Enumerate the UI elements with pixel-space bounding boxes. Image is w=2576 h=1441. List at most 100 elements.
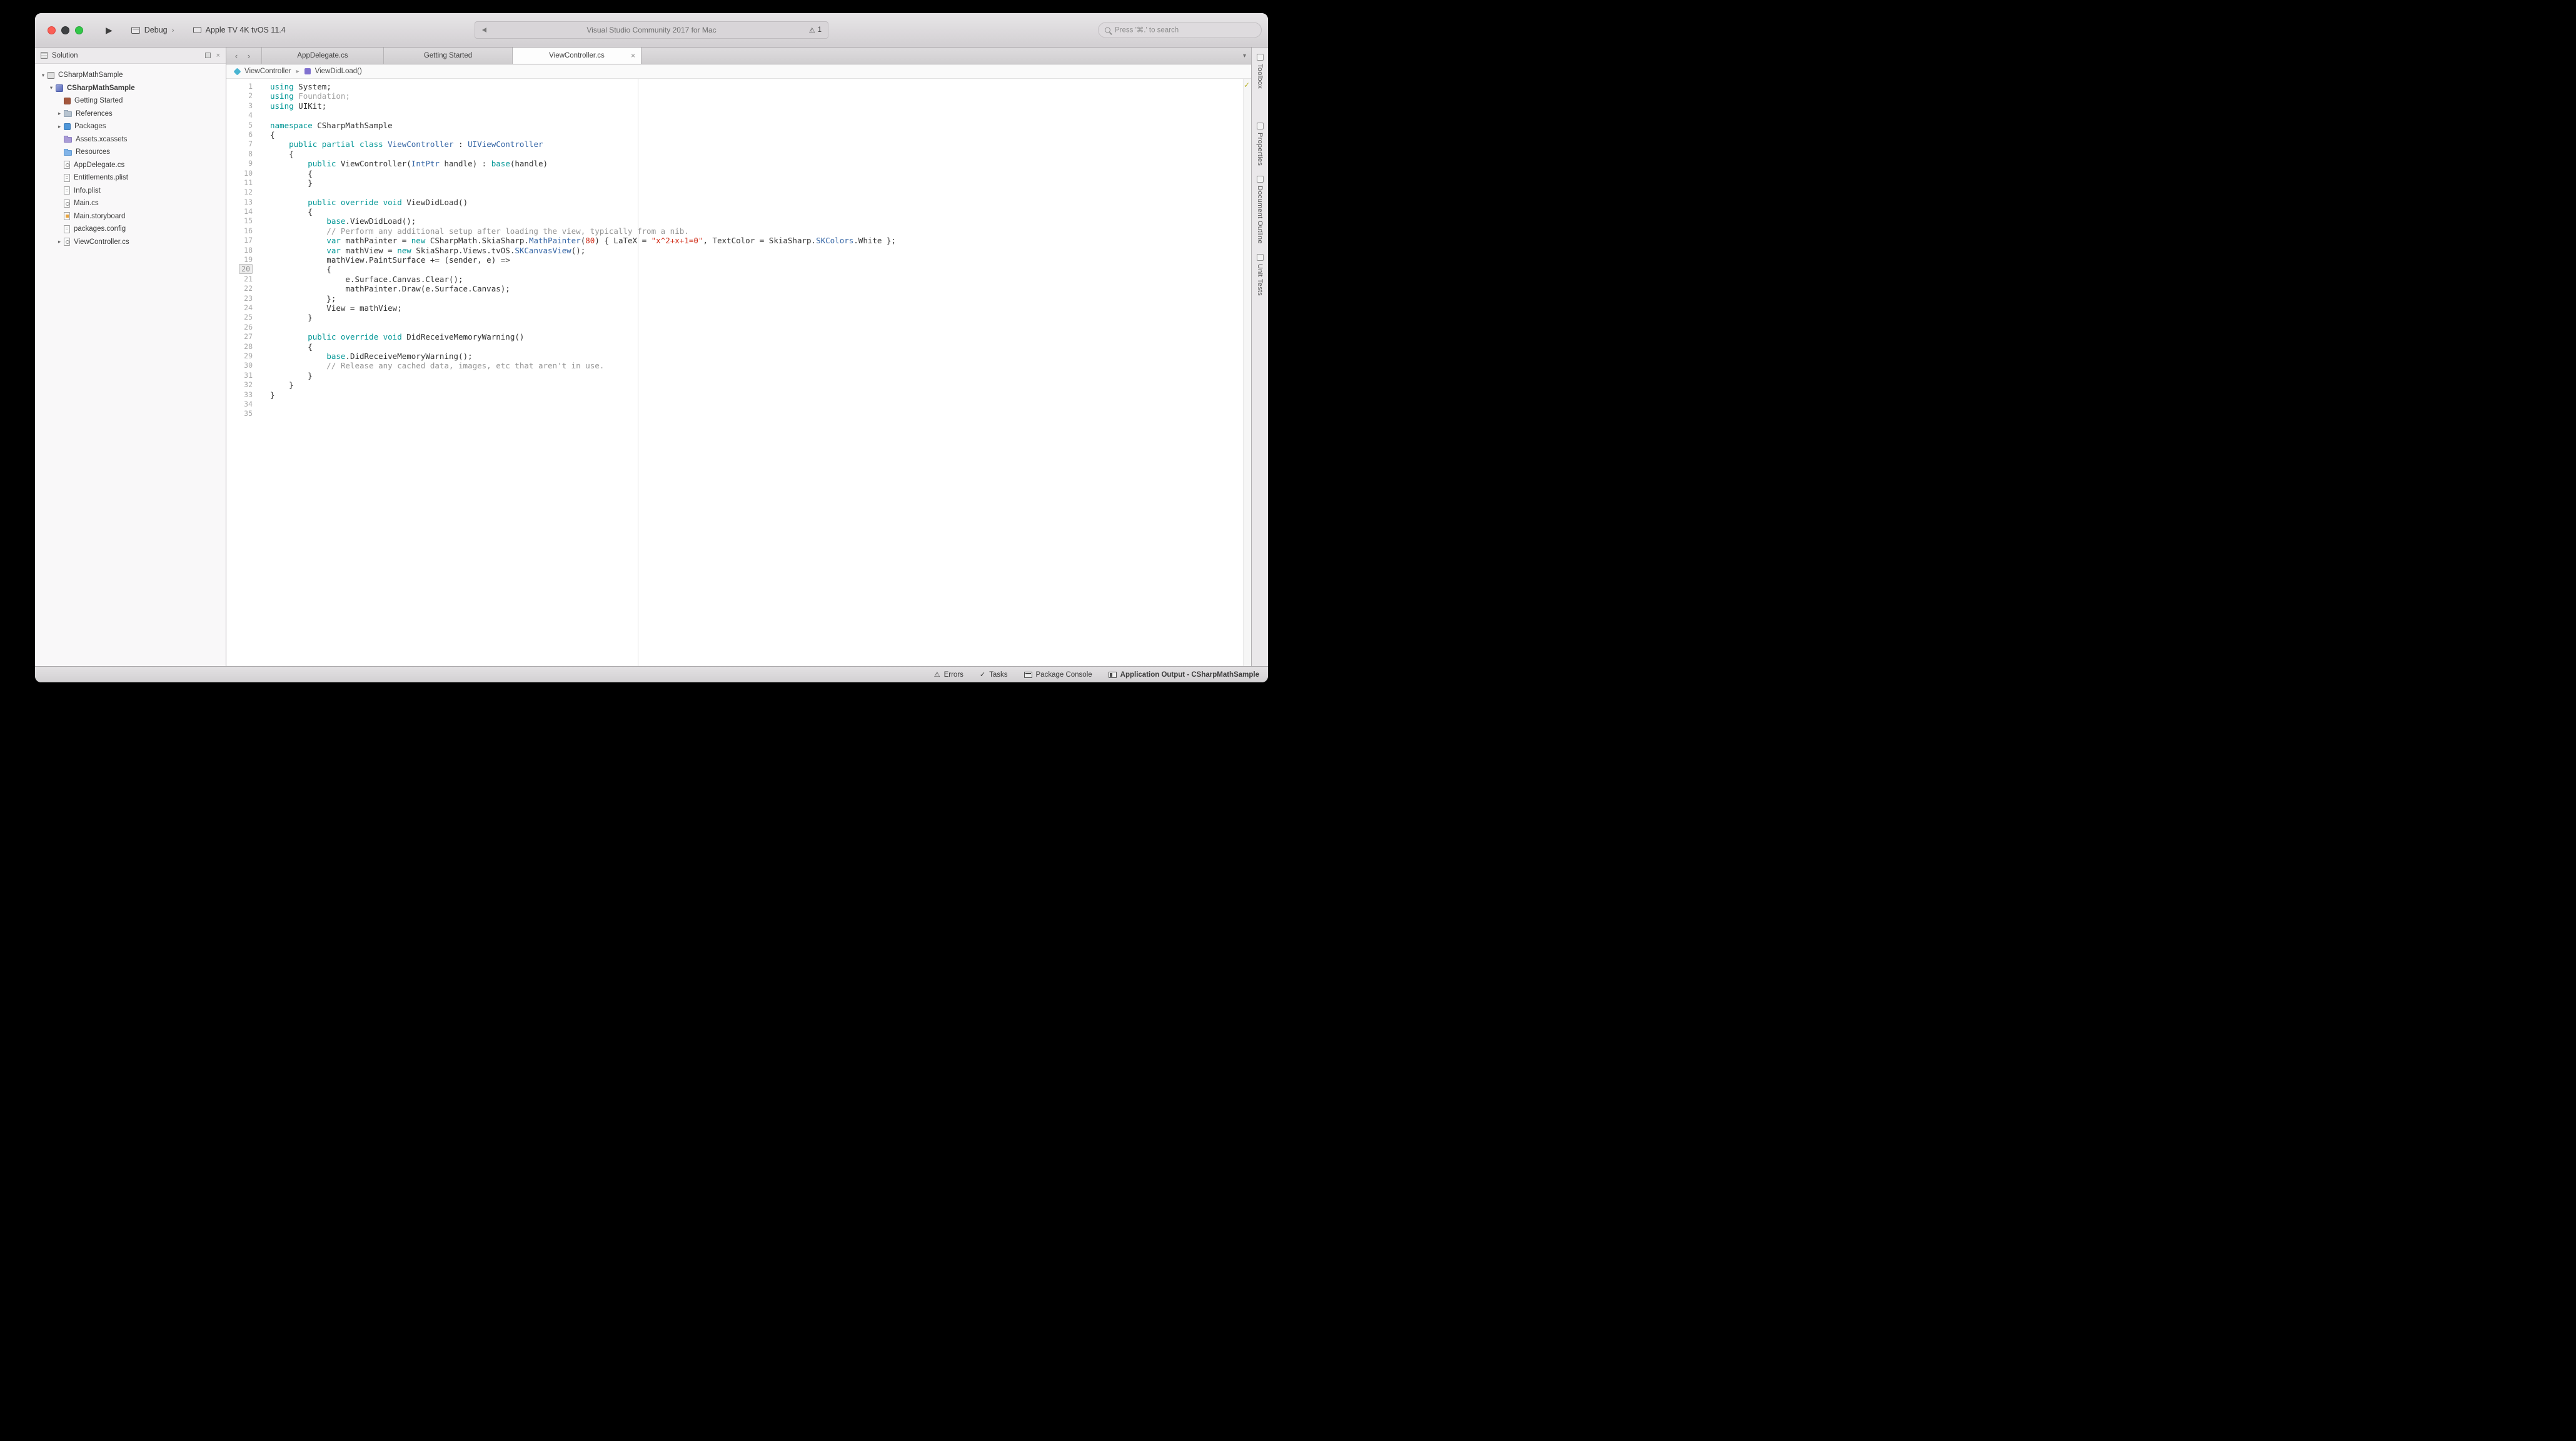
- panel-tab-properties[interactable]: Properties: [1256, 123, 1264, 166]
- code-text: View = mathView;: [260, 303, 401, 313]
- code-line[interactable]: 16 // Perform any additional setup after…: [226, 226, 1251, 236]
- tree-item-csharpmathsample[interactable]: ▾ CSharpMathSample: [35, 69, 226, 82]
- code-line[interactable]: 23 };: [226, 294, 1251, 303]
- code-line[interactable]: 13 public override void ViewDidLoad(): [226, 198, 1251, 207]
- tab-appdelegate-cs[interactable]: AppDelegate.cs: [261, 48, 384, 64]
- disclosure-open-icon[interactable]: ▾: [39, 72, 48, 79]
- close-window-button[interactable]: [48, 26, 56, 34]
- code-line[interactable]: 26: [226, 323, 1251, 332]
- code-line[interactable]: 15 base.ViewDidLoad();: [226, 216, 1251, 226]
- code-editor[interactable]: ✓ 1 using System; 2 using Foundation; 3 using…: [226, 79, 1251, 666]
- token-kw: namespace: [270, 120, 313, 130]
- code-line[interactable]: 7 public partial class ViewController : …: [226, 139, 1251, 149]
- breadcrumb-item-viewcontroller[interactable]: ViewController: [233, 67, 291, 76]
- code-line[interactable]: 24 View = mathView;: [226, 303, 1251, 313]
- token-pl: .ViewDidLoad();: [345, 216, 416, 226]
- solution-tree[interactable]: ▾ CSharpMathSample ▾ CSharpMathSample Gettin…: [35, 64, 226, 666]
- tree-item-entitlements-plist[interactable]: Entitlements.plist: [35, 171, 226, 185]
- code-line[interactable]: 34: [226, 400, 1251, 409]
- token-pl: ViewDidLoad(): [401, 197, 468, 207]
- tab-close-icon[interactable]: ×: [631, 51, 635, 60]
- code-line[interactable]: 19 mathView.PaintSurface += (sender, e) …: [226, 255, 1251, 265]
- code-line[interactable]: 27 public override void DidReceiveMemory…: [226, 332, 1251, 341]
- code-line[interactable]: 21 e.Surface.Canvas.Clear();: [226, 275, 1251, 284]
- code-line[interactable]: 30 // Release any cached data, images, e…: [226, 361, 1251, 370]
- panel-tab-document-outline[interactable]: Document Outline: [1256, 176, 1264, 244]
- breadcrumb-item-viewdidload[interactable]: ViewDidLoad(): [304, 68, 362, 75]
- warnings-badge[interactable]: ⚠ 1: [809, 26, 822, 34]
- debug-configuration-selector[interactable]: Debug ›: [131, 26, 174, 34]
- code-line[interactable]: 10 {: [226, 169, 1251, 178]
- code-line[interactable]: 4: [226, 111, 1251, 120]
- tree-item-viewcontroller-cs[interactable]: ▸ ViewController.cs: [35, 236, 226, 249]
- tree-item-assets-xcassets[interactable]: Assets.xcassets: [35, 133, 226, 146]
- code-line[interactable]: 5 namespace CSharpMathSample: [226, 121, 1251, 130]
- pad-close-icon[interactable]: ×: [216, 52, 220, 59]
- code-line[interactable]: 29 base.DidReceiveMemoryWarning();: [226, 351, 1251, 361]
- token-pl: {: [270, 168, 313, 178]
- tree-item-getting-started[interactable]: Getting Started: [35, 94, 226, 108]
- code-line[interactable]: 8 {: [226, 149, 1251, 159]
- code-line[interactable]: 32 }: [226, 380, 1251, 390]
- line-number-value: 5: [248, 120, 253, 129]
- tree-item-packages[interactable]: ▸ Packages: [35, 120, 226, 133]
- device-selector[interactable]: Apple TV 4K tvOS 11.4: [193, 26, 286, 34]
- tab-overflow-button[interactable]: ▾: [1243, 48, 1246, 64]
- tree-item-main-cs[interactable]: Main.cs: [35, 197, 226, 210]
- tree-item-csharpmathsample[interactable]: ▾ CSharpMathSample: [35, 82, 226, 95]
- disclosure-open-icon[interactable]: ▾: [47, 84, 56, 91]
- statusbar-item-tasks[interactable]: ✓ Tasks: [980, 670, 1008, 679]
- tree-item-main-storyboard[interactable]: Main.storyboard: [35, 210, 226, 223]
- code-line[interactable]: 9 public ViewController(IntPtr handle) :…: [226, 159, 1251, 168]
- code-line[interactable]: 12: [226, 188, 1251, 197]
- token-pl: {: [270, 341, 313, 351]
- code-line[interactable]: 11 }: [226, 178, 1251, 188]
- code-line[interactable]: 25 }: [226, 313, 1251, 322]
- code-line[interactable]: 1 using System;: [226, 82, 1251, 91]
- disclosure-closed-icon[interactable]: ▸: [55, 110, 64, 117]
- global-search-field[interactable]: [1098, 22, 1262, 38]
- tab-getting-started[interactable]: Getting Started: [384, 48, 513, 64]
- tab-viewcontroller-cs[interactable]: ViewController.cs ×: [513, 48, 641, 64]
- search-input[interactable]: [1115, 26, 1255, 34]
- tree-item-info-plist[interactable]: Info.plist: [35, 185, 226, 198]
- run-button[interactable]: ▶: [106, 25, 113, 36]
- line-number-value: 8: [248, 149, 253, 158]
- device-label: Apple TV 4K tvOS 11.4: [205, 26, 286, 34]
- zoom-window-button[interactable]: [75, 26, 83, 34]
- tree-item-resources[interactable]: Resources: [35, 146, 226, 159]
- disclosure-closed-icon[interactable]: ▸: [55, 123, 64, 130]
- panel-tab-unit-tests[interactable]: Unit Tests: [1256, 254, 1264, 296]
- panel-tab-toolbox[interactable]: Toolbox: [1256, 54, 1264, 89]
- titlebar[interactable]: ▶ Debug › Apple TV 4K tvOS 11.4 Visual S…: [35, 13, 1268, 48]
- code-line[interactable]: 17 var mathPainter = new CSharpMath.Skia…: [226, 236, 1251, 245]
- code-line[interactable]: 28 {: [226, 342, 1251, 351]
- code-line[interactable]: 2 using Foundation;: [226, 91, 1251, 101]
- code-line[interactable]: 14 {: [226, 207, 1251, 216]
- minimize-window-button[interactable]: [61, 26, 69, 34]
- code-line[interactable]: 31 }: [226, 371, 1251, 380]
- code-line[interactable]: 35: [226, 409, 1251, 418]
- code-line[interactable]: 6{: [226, 130, 1251, 139]
- statusbar-item-errors[interactable]: ⚠ Errors: [934, 670, 963, 679]
- code-line[interactable]: 22 mathPainter.Draw(e.Surface.Canvas);: [226, 284, 1251, 293]
- navigate-forward-button[interactable]: ›: [243, 48, 255, 64]
- code-text: mathPainter.Draw(e.Surface.Canvas);: [260, 284, 510, 293]
- chevron-right-icon: ›: [171, 26, 174, 34]
- tree-item-packages-config[interactable]: packages.config: [35, 223, 226, 236]
- navigate-back-button[interactable]: ‹: [230, 48, 243, 64]
- statusbar-item-package-console[interactable]: Package Console: [1024, 671, 1092, 679]
- token-pl: .White };: [853, 236, 897, 246]
- statusbar-item-application-output-csharpmathsample[interactable]: Application Output - CSharpMathSample: [1108, 671, 1259, 679]
- code-line[interactable]: 3 using UIKit;: [226, 101, 1251, 111]
- solution-pad-header[interactable]: Solution ×: [35, 48, 226, 64]
- code-line[interactable]: 18 var mathView = new SkiaSharp.Views.tv…: [226, 246, 1251, 255]
- code-line[interactable]: 20 {: [226, 264, 1251, 275]
- code-line[interactable]: 33}: [226, 390, 1251, 400]
- tree-item-references[interactable]: ▸ References: [35, 108, 226, 121]
- disclosure-closed-icon[interactable]: ▸: [55, 238, 64, 245]
- tree-item-appdelegate-cs[interactable]: AppDelegate.cs: [35, 159, 226, 172]
- status-pill[interactable]: Visual Studio Community 2017 for Mac ⚠ 1: [475, 21, 828, 39]
- pin-icon[interactable]: [204, 53, 211, 58]
